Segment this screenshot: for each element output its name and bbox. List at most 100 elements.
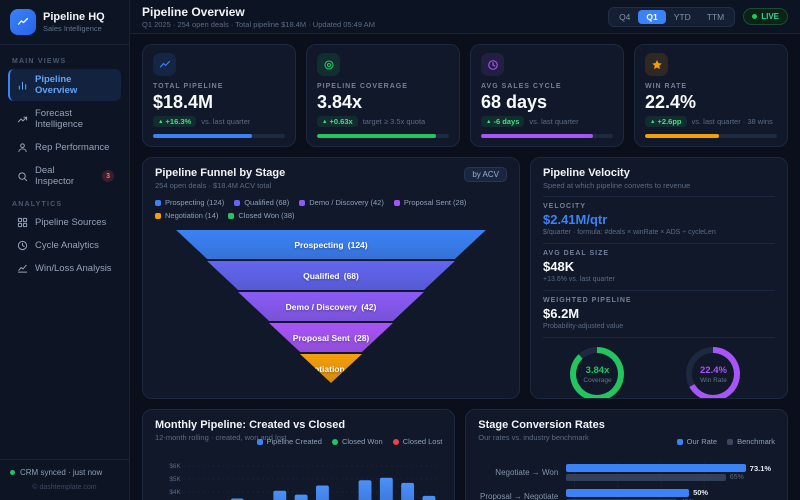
target-icon — [317, 53, 340, 76]
nav-section-label: MAIN VIEWS — [12, 58, 67, 65]
delta-arrow-icon: ▲ — [158, 119, 164, 125]
area-chart-icon — [17, 264, 28, 273]
kpi-progress-track — [645, 134, 777, 138]
live-indicator[interactable]: LIVE — [743, 8, 788, 25]
sidebar-item-label: Pipeline Overview — [35, 74, 78, 96]
app-logo: Pipeline HQ Sales Intelligence — [0, 0, 129, 45]
metric-value: $6.2M — [543, 306, 580, 321]
svg-text:$6K: $6K — [169, 463, 181, 470]
legend-swatch-icon — [331, 438, 338, 445]
legend-swatch-icon — [155, 199, 161, 206]
conversion-legend-item[interactable]: Benchmark — [727, 437, 775, 446]
funnel-legend-item[interactable]: Negotiation (14) — [155, 211, 218, 220]
funnel-legend-item[interactable]: Qualified (68) — [234, 198, 289, 207]
main-area: Pipeline Overview Q1 2025 · 254 open dea… — [130, 0, 800, 500]
coverage-donut-chart: 3.84x Coverage — [570, 347, 625, 398]
grid-icon — [17, 217, 28, 228]
star-icon — [645, 53, 668, 76]
conversion-row: Proposal → Negotiate50%45% — [478, 487, 775, 500]
person-icon — [18, 143, 27, 153]
monthly-bar-line-chart: $6K$5K$4K$3K$2K$1K — [169, 463, 441, 500]
legend-label: Our Rate — [686, 437, 718, 446]
kpi-label: TOTAL PIPELINE — [153, 83, 224, 90]
by-acv-toggle[interactable]: by ACV — [464, 167, 507, 182]
range-button-ytd[interactable]: YTD — [666, 10, 699, 24]
legend-label: Closed Lost — [402, 437, 443, 446]
kpi-note: vs. last quarter · 38 wins — [691, 117, 773, 126]
crm-sync-status: CRM synced · just now — [10, 468, 119, 477]
monthly-legend-item[interactable]: Closed Lost — [392, 437, 443, 446]
conversion-row: Negotiate → Won 73.1% 65% — [478, 462, 775, 483]
legend-swatch-icon — [228, 212, 235, 219]
range-button-q4[interactable]: Q4 — [611, 10, 638, 24]
kpi-note: vs. last quarter — [529, 117, 579, 126]
kpi-progress-fill — [153, 134, 252, 138]
kpi-card-total-pipeline: TOTAL PIPELINE $18.4M ▲ +16.3% vs. last … — [142, 44, 296, 147]
funnel-legend-item[interactable]: Proposal Sent (28) — [393, 198, 466, 207]
funnel-stage: Negotiation (14) — [300, 354, 362, 383]
sidebar-item-label: Win/Loss Analysis — [35, 263, 112, 274]
conversion-stage-label: Negotiate → Won — [495, 467, 559, 477]
monthly-legend-item[interactable]: Closed Won — [331, 437, 383, 446]
funnel-chart: Prospecting (124) Qualified (68) Demo / Di… — [176, 230, 486, 383]
legend-label: Demo / Discovery (42) — [309, 198, 384, 207]
sidebar-item-pipeline-overview[interactable]: Pipeline Overview — [8, 69, 121, 101]
bar-value-label: 65% — [729, 474, 744, 481]
range-button-q1[interactable]: Q1 — [638, 9, 666, 24]
velocity-panel: Pipeline Velocity Speed at which pipelin… — [530, 157, 788, 399]
bar-chart-icon — [18, 81, 27, 90]
velocity-metric: AVG DEAL SIZE $48K +13.6% vs. last quart… — [543, 243, 775, 290]
pipeline-created-bar — [315, 485, 329, 500]
nav-section-label: ANALYTICS — [12, 201, 63, 208]
kpi-progress-track — [153, 134, 285, 138]
kpi-progress-track — [317, 134, 449, 138]
kpi-label: PIPELINE COVERAGE — [317, 83, 408, 90]
conversion-stage-label: Proposal → Negotiate — [480, 492, 559, 500]
kpi-label: WIN RATE — [645, 83, 688, 90]
sidebar: Pipeline HQ Sales Intelligence MAIN VIEW… — [0, 0, 130, 500]
conversion-panel: Stage Conversion Rates Our rates vs. ind… — [465, 409, 788, 500]
sidebar-item-deal-inspector[interactable]: Deal Inspector 3 — [8, 160, 121, 192]
velocity-subtitle: Speed at which pipeline converts to reve… — [543, 181, 691, 190]
kpi-delta-badge: ▲ -6 days — [481, 116, 525, 127]
sidebar-footer: CRM synced · just now © dashtemplate.com — [0, 459, 129, 500]
metric-value: $2.41M/qtr — [543, 212, 608, 227]
funnel-legend-item[interactable]: Prospecting (124) — [155, 198, 224, 207]
funnel-legend-item[interactable]: Demo / Discovery (42) — [299, 198, 384, 207]
delta-arrow-icon: ▲ — [650, 119, 656, 125]
range-button-ttm[interactable]: TTM — [699, 10, 732, 24]
bar-value-label: 50% — [693, 488, 709, 497]
coverage-gauge: 3.84x Coverage vs 3.5x target — [570, 347, 625, 398]
pipeline-created-bar — [379, 477, 393, 500]
metric-label: AVG DEAL SIZE — [543, 250, 610, 257]
monthly-legend-item[interactable]: Pipeline Created — [256, 437, 322, 446]
monthly-legend: Pipeline Created Closed Won Closed Lost — [256, 437, 443, 446]
funnel-panel: Pipeline Funnel by Stage 254 open deals … — [142, 157, 520, 399]
legend-label: Prospecting (124) — [165, 198, 225, 207]
legend-label: Closed Won — [341, 437, 383, 446]
search-icon — [18, 171, 28, 181]
kpi-delta-badge: ▲ +0.63x — [317, 116, 358, 127]
sidebar-item-forecast-intelligence[interactable]: Forecast Intelligence — [8, 103, 121, 135]
sync-status-dot-icon — [10, 470, 15, 475]
kpi-card-avg-sales-cycle: AVG SALES CYCLE 68 days ▲ -6 days vs. la… — [470, 44, 624, 147]
conversion-bar-chart: Negotiate → Won 73.1% 65% Proposal → Negoti… — [478, 462, 775, 500]
sidebar-item-pipeline-sources[interactable]: Pipeline Sources — [8, 212, 121, 233]
kpi-label: AVG SALES CYCLE — [481, 83, 562, 90]
sidebar-item-label: Forecast Intelligence — [35, 108, 84, 130]
sidebar-item-rep-performance[interactable]: Rep Performance — [8, 137, 121, 158]
funnel-legend-item[interactable]: Closed Won (38) — [228, 211, 295, 220]
funnel-subtitle: 254 open deals · $18.4M ACV total — [155, 181, 272, 190]
our-rate-bar — [566, 488, 690, 497]
sidebar-item-win-loss-analysis[interactable]: Win/Loss Analysis — [8, 258, 121, 279]
conversion-legend-item[interactable]: Our Rate — [676, 437, 718, 446]
win-rate-donut-chart: 22.4% Win Rate — [686, 347, 741, 398]
kpi-value: $18.4M — [153, 92, 214, 112]
velocity-metric: VELOCITY $2.41M/qtr $/quarter · formula:… — [543, 196, 775, 243]
sidebar-item-cycle-analytics[interactable]: Cycle Analytics — [8, 235, 121, 256]
svg-text:$4K: $4K — [169, 489, 181, 496]
benchmark-bar — [566, 474, 726, 481]
live-label: LIVE — [761, 12, 779, 21]
metric-note: Probability-adjusted value — [543, 323, 624, 330]
kpi-delta-badge: ▲ +16.3% — [153, 116, 197, 127]
